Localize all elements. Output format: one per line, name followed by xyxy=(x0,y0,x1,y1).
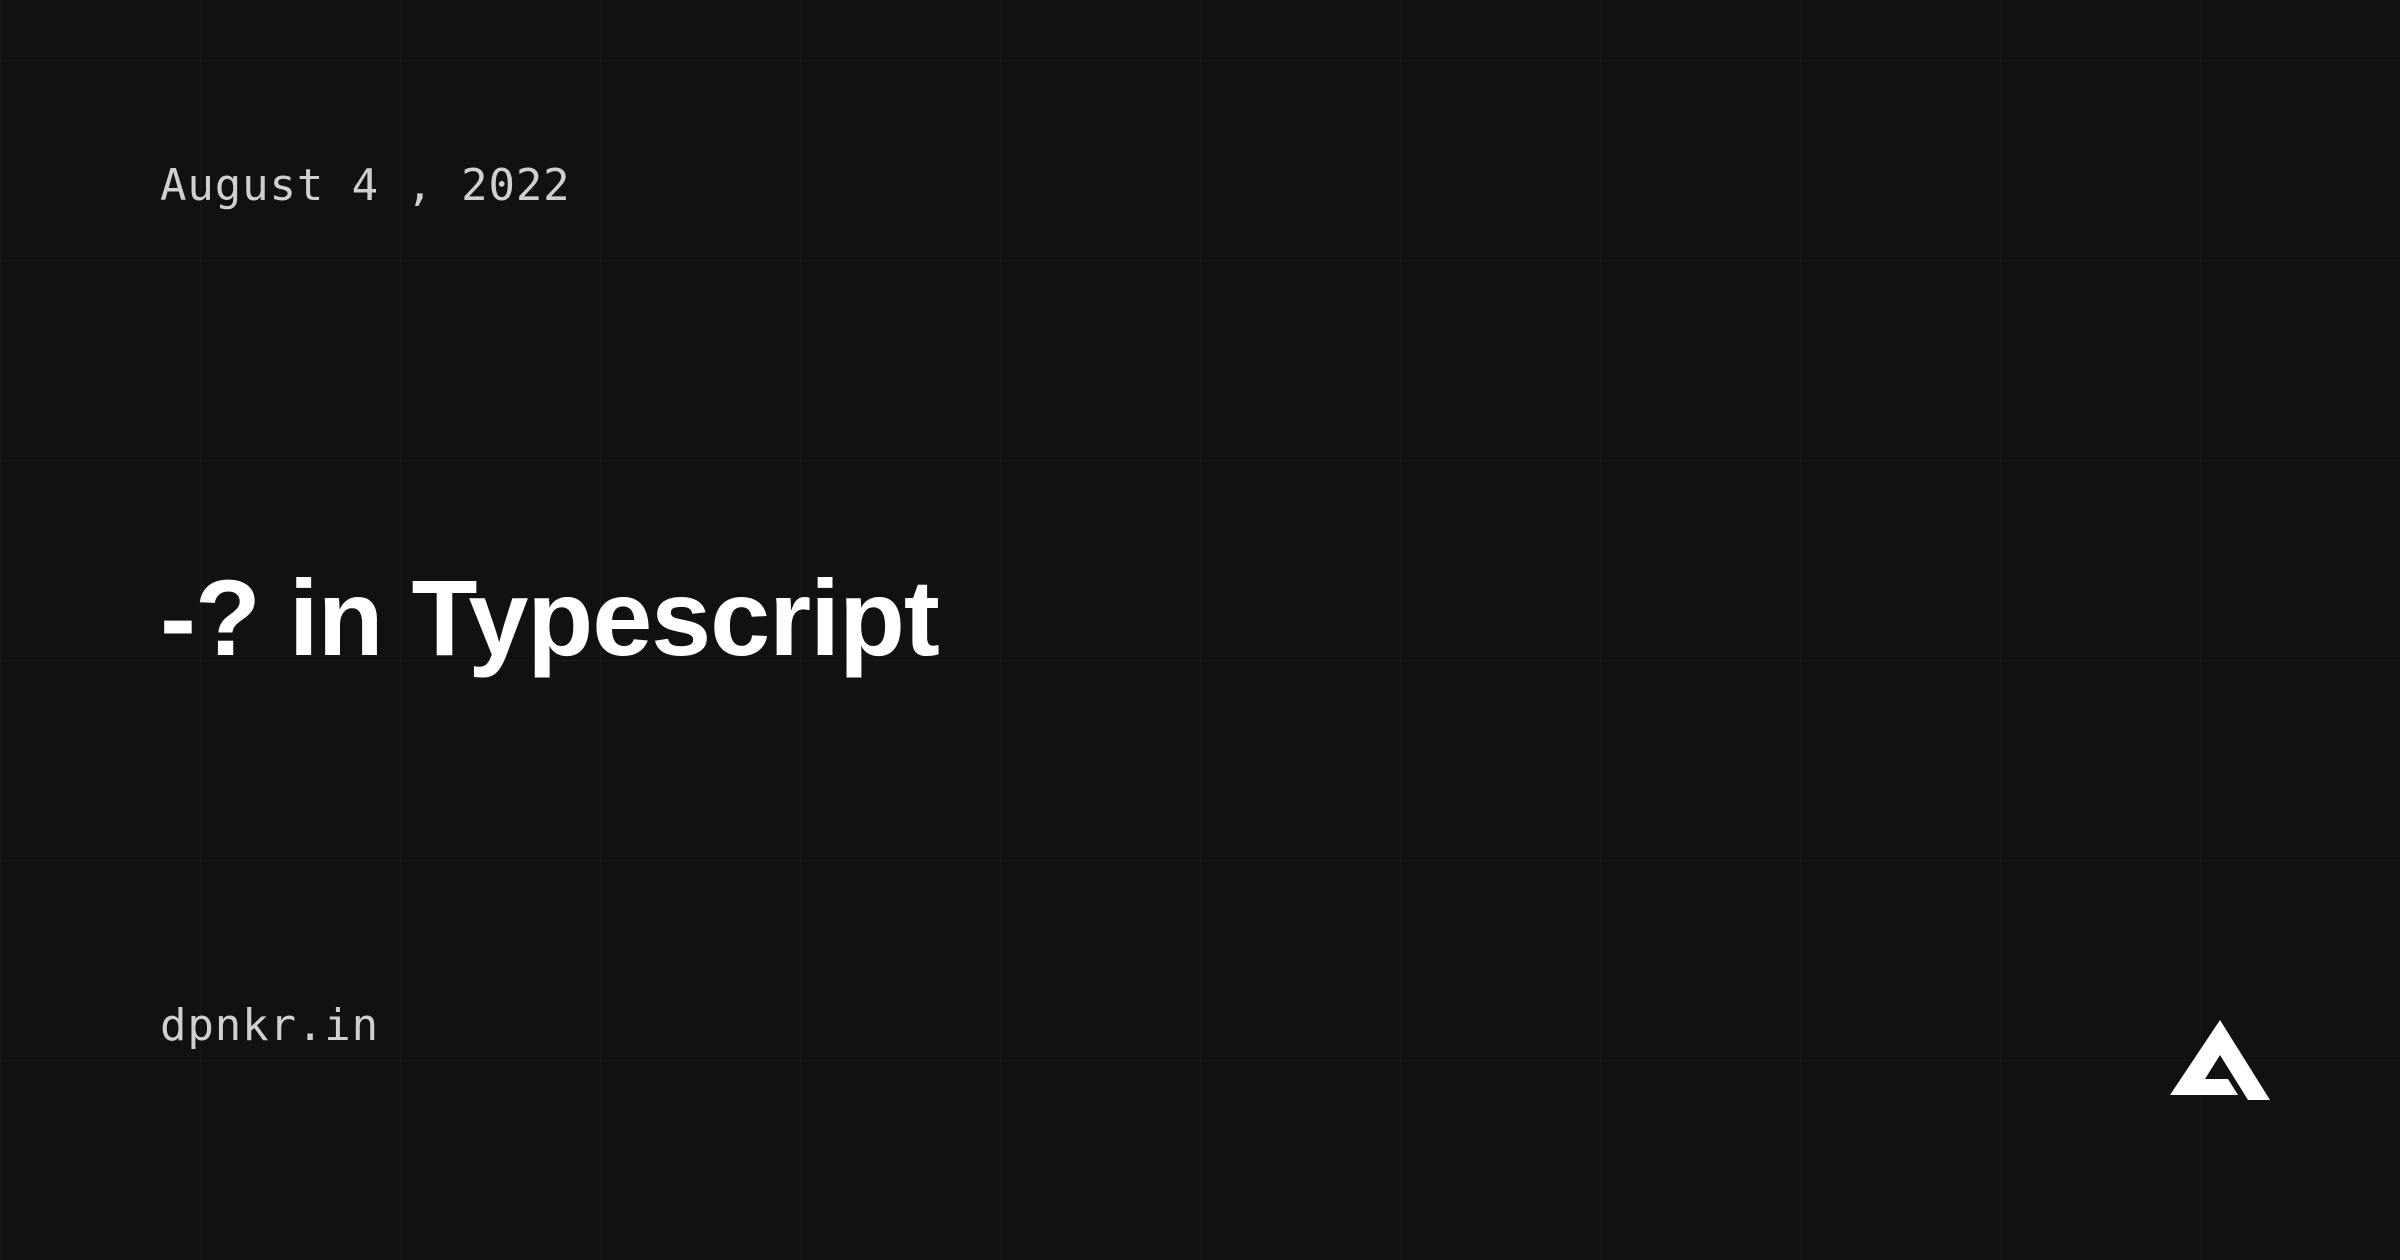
post-title: -? in Typescript xyxy=(160,555,939,680)
post-date: August 4 , 2022 xyxy=(160,160,571,211)
site-logo-icon xyxy=(2170,1020,2270,1100)
site-domain: dpnkr.in xyxy=(160,1000,379,1051)
